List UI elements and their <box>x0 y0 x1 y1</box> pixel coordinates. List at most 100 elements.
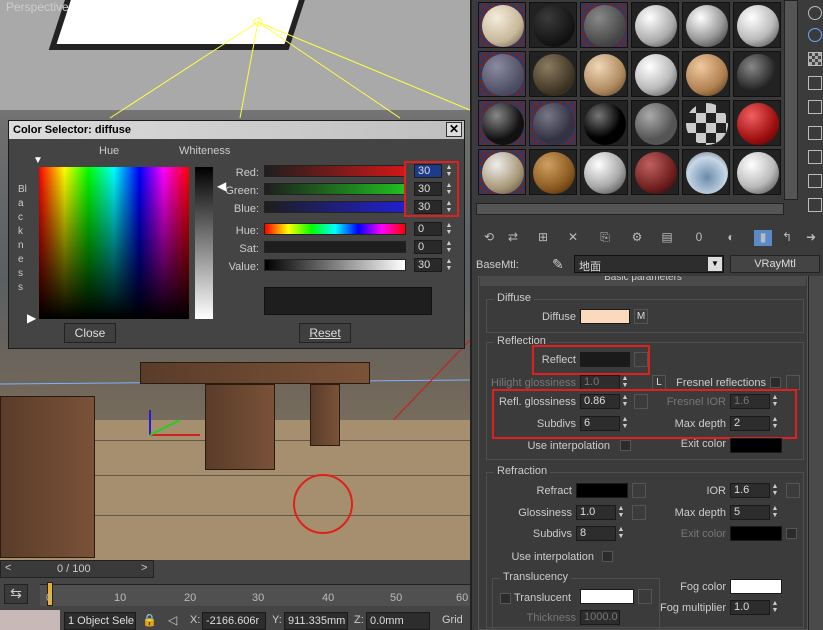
close-icon[interactable]: ✕ <box>446 122 462 137</box>
refraction-exit-color-checkbox[interactable] <box>786 528 797 539</box>
fog-multiplier-spinner[interactable]: ▲ ▼ <box>770 600 780 614</box>
translucent-map-button[interactable] <box>638 589 652 604</box>
sample-uv-icon[interactable] <box>808 76 822 90</box>
chevron-down-icon[interactable]: ▼ <box>708 257 722 271</box>
hue-blackness-spectrum[interactable] <box>39 167 189 319</box>
blackness-pointer-icon[interactable]: ▶ <box>27 311 36 325</box>
material-navigator-icon[interactable] <box>808 198 822 212</box>
ior-spinner[interactable]: ▲ ▼ <box>770 483 780 497</box>
sample-slot[interactable] <box>682 51 730 97</box>
sat-spinner[interactable]: 0 <box>414 240 442 254</box>
prev-frame-icon[interactable]: < <box>5 562 11 574</box>
refraction-subdivs-spinner[interactable]: ▲ ▼ <box>616 526 626 540</box>
hilight-lock-button[interactable]: L <box>652 375 666 390</box>
put-to-library-icon[interactable]: ⚙ <box>628 230 646 246</box>
sample-slot[interactable] <box>529 51 577 97</box>
hilight-glossiness-spinner[interactable]: ▲ ▼ <box>620 375 630 389</box>
options-icon[interactable] <box>808 150 822 164</box>
sample-slot[interactable] <box>529 2 577 48</box>
thickness-field[interactable]: 1000.0 <box>580 610 620 625</box>
material-id-number[interactable]: 0 <box>690 230 708 246</box>
sample-slots-vscrollbar[interactable] <box>784 0 798 200</box>
sample-slot[interactable] <box>529 149 577 195</box>
sample-type-icon[interactable] <box>808 6 822 20</box>
close-button[interactable]: Close <box>64 323 116 343</box>
sample-slot[interactable] <box>631 100 679 146</box>
reset-button[interactable]: Reset <box>299 323 351 343</box>
sample-slot[interactable] <box>478 2 526 48</box>
put-to-scene-icon[interactable]: ⇄ <box>504 230 522 246</box>
dialog-titlebar[interactable]: Color Selector: diffuse ✕ <box>9 121 464 139</box>
refraction-subdivs-field[interactable]: 8 <box>576 526 616 541</box>
refraction-use-interpolation-checkbox[interactable] <box>602 551 613 562</box>
use-interpolation-checkbox[interactable] <box>620 440 631 451</box>
fog-color-swatch[interactable] <box>730 579 782 594</box>
select-by-material-icon[interactable] <box>808 174 822 188</box>
show-end-result-icon[interactable]: ▮ <box>754 230 772 246</box>
x-coordinate-field[interactable]: -2166.606r <box>202 612 266 630</box>
material-type-button[interactable]: VRayMtl <box>730 255 820 273</box>
refraction-max-depth-spinner[interactable]: ▲ ▼ <box>770 505 780 519</box>
refraction-exit-color-swatch[interactable] <box>730 526 782 541</box>
ior-map-button[interactable] <box>786 483 800 498</box>
sample-slot[interactable] <box>631 149 679 195</box>
fog-multiplier-field[interactable]: 1.0 <box>730 600 770 615</box>
hilight-glossiness-field[interactable]: 1.0 <box>580 375 620 390</box>
hue-slider[interactable] <box>264 223 406 235</box>
sample-slot[interactable] <box>682 100 730 146</box>
go-forward-sibling-icon[interactable]: ➜ <box>802 230 820 246</box>
sample-slot[interactable] <box>478 149 526 195</box>
transform-mode-icon[interactable]: ◁ <box>168 613 177 627</box>
show-map-icon[interactable]: ◐ <box>722 230 740 246</box>
reset-map-icon[interactable]: ✕ <box>564 230 582 246</box>
next-frame-icon[interactable]: > <box>141 562 147 574</box>
sample-slot[interactable] <box>733 2 781 48</box>
eyedropper-icon[interactable]: ✎ <box>552 256 564 273</box>
sample-slot[interactable] <box>529 100 577 146</box>
refraction-glossiness-field[interactable]: 1.0 <box>576 505 616 520</box>
value-spinner-arrows[interactable]: ▲ ▼ <box>444 258 454 272</box>
y-coordinate-field[interactable]: 911.335mm <box>284 612 348 630</box>
sample-slot[interactable] <box>478 100 526 146</box>
ior-field[interactable]: 1.6 <box>730 483 770 498</box>
backlight-icon[interactable] <box>808 28 822 42</box>
sample-slot[interactable] <box>580 100 628 146</box>
sample-slot[interactable] <box>682 149 730 195</box>
value-slider[interactable] <box>264 259 406 271</box>
key-mode-icon[interactable]: ⇆ <box>4 584 28 604</box>
exit-color-swatch[interactable] <box>730 438 782 453</box>
sample-slot[interactable] <box>733 51 781 97</box>
blue-slider[interactable] <box>264 201 406 213</box>
sat-spinner-arrows[interactable]: ▲ ▼ <box>444 240 454 254</box>
red-slider[interactable] <box>264 165 406 177</box>
value-spinner[interactable]: 30 <box>414 258 442 272</box>
sample-slot[interactable] <box>733 100 781 146</box>
make-preview-icon[interactable] <box>808 126 822 140</box>
diffuse-color-swatch[interactable] <box>580 309 630 324</box>
sample-slot[interactable] <box>580 51 628 97</box>
translucent-checkbox[interactable] <box>500 593 511 604</box>
refraction-glossiness-spinner[interactable]: ▲ ▼ <box>616 505 626 519</box>
background-icon[interactable] <box>808 52 822 66</box>
video-check-icon[interactable] <box>808 100 822 114</box>
sample-slot[interactable] <box>682 2 730 48</box>
sample-slot[interactable] <box>478 51 526 97</box>
sample-slots-hscrollbar[interactable] <box>476 203 784 215</box>
get-material-icon[interactable]: ⟲ <box>480 230 498 246</box>
whiteness-bar[interactable] <box>195 167 213 319</box>
hue-spinner[interactable]: 0 <box>414 222 442 236</box>
sample-slot[interactable] <box>580 2 628 48</box>
assign-material-icon[interactable]: ⊞ <box>534 230 552 246</box>
sample-slot[interactable] <box>631 2 679 48</box>
make-unique-icon[interactable]: ⎘ <box>596 230 614 246</box>
sample-slot[interactable] <box>733 149 781 195</box>
refract-color-swatch[interactable] <box>576 483 628 498</box>
fresnel-map-button[interactable] <box>786 375 800 390</box>
go-to-parent-icon[interactable]: ↰ <box>778 230 796 246</box>
fresnel-reflections-checkbox[interactable] <box>770 377 781 388</box>
green-slider[interactable] <box>264 183 406 195</box>
sat-slider[interactable] <box>264 241 406 253</box>
sample-slot[interactable] <box>580 149 628 195</box>
diffuse-map-button[interactable]: M <box>634 309 648 324</box>
material-id-channel-icon[interactable]: ▤ <box>658 230 676 246</box>
